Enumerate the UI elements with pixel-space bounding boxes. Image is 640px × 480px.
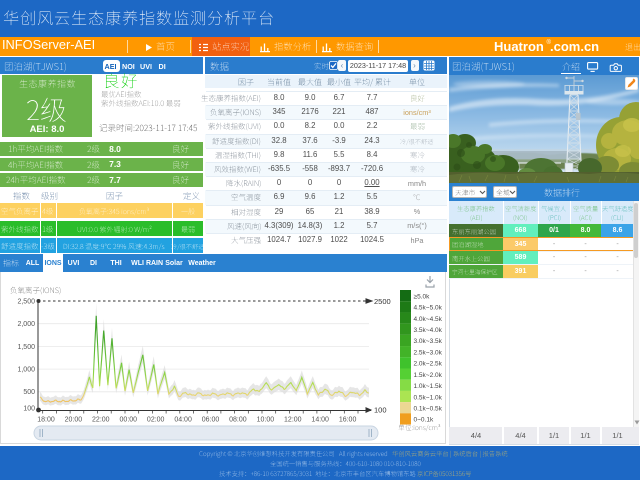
svg-text:0.1k~0.5k: 0.1k~0.5k: [414, 406, 443, 413]
svg-text:2,000: 2,000: [17, 321, 35, 328]
svg-text:3.5k~4.0k: 3.5k~4.0k: [414, 327, 443, 334]
svg-text:500: 500: [23, 389, 35, 396]
svg-text:08:00: 08:00: [229, 417, 247, 424]
svg-text:3.0k~3.5k: 3.0k~3.5k: [414, 338, 443, 345]
svg-text:0~0.1k: 0~0.1k: [414, 417, 434, 424]
svg-text:2,500: 2,500: [17, 298, 35, 305]
svg-text:20:00: 20:00: [65, 417, 83, 424]
svg-text:4.0k~4.5k: 4.0k~4.5k: [414, 316, 443, 323]
svg-text:10:00: 10:00: [257, 417, 275, 424]
svg-text:04:00: 04:00: [174, 417, 192, 424]
svg-text:2.5k~3.0k: 2.5k~3.0k: [414, 349, 443, 356]
svg-text:00:00: 00:00: [120, 417, 138, 424]
svg-text:100: 100: [374, 406, 387, 415]
svg-text:18:00: 18:00: [37, 417, 55, 424]
svg-text:2500: 2500: [374, 297, 391, 306]
svg-text:02:00: 02:00: [147, 417, 165, 424]
svg-text:4.5k~5.0k: 4.5k~5.0k: [414, 305, 443, 312]
svg-text:0.5k~1.0k: 0.5k~1.0k: [414, 394, 443, 401]
svg-text:100: 100: [23, 405, 35, 412]
svg-text:1,000: 1,000: [17, 367, 35, 374]
svg-text:1.5k~2.0k: 1.5k~2.0k: [414, 372, 443, 379]
svg-text:1,500: 1,500: [17, 344, 35, 351]
svg-text:≥5.0k: ≥5.0k: [414, 293, 431, 300]
svg-text:16:00: 16:00: [339, 417, 357, 424]
svg-text:22:00: 22:00: [92, 417, 110, 424]
svg-text:06:00: 06:00: [202, 417, 220, 424]
svg-text:1.0k~1.5k: 1.0k~1.5k: [414, 383, 443, 390]
svg-text:12:00: 12:00: [284, 417, 302, 424]
svg-text:2.0k~2.5k: 2.0k~2.5k: [414, 361, 443, 368]
svg-text:14:00: 14:00: [311, 417, 329, 424]
